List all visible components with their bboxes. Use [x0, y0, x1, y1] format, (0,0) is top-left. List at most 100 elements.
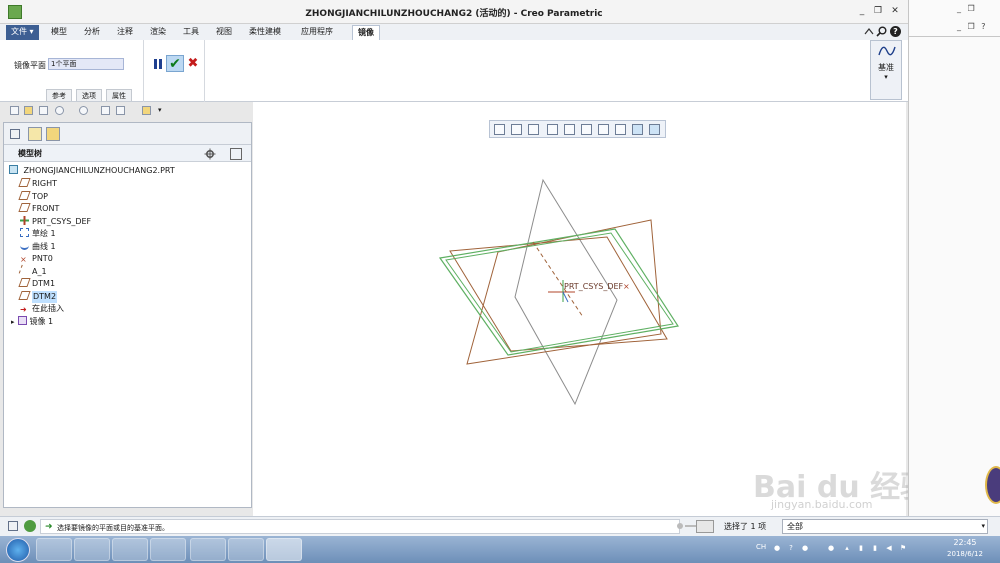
- tab-properties[interactable]: 属性: [106, 89, 132, 101]
- tree-item[interactable]: 草绘 1: [20, 228, 56, 240]
- ok-button[interactable]: ✔: [166, 55, 184, 72]
- clock-date[interactable]: 2018/6/12: [940, 550, 990, 558]
- mirror-plane-collector[interactable]: 1个平面: [48, 58, 124, 70]
- settings-tray-icon[interactable]: ●: [800, 543, 810, 553]
- input-language[interactable]: CH: [756, 543, 766, 551]
- windows-icon[interactable]: [116, 106, 125, 115]
- start-button[interactable]: [6, 538, 30, 562]
- datum-group-button[interactable]: 基准 ▾: [870, 40, 902, 100]
- tray-expand-icon[interactable]: ▴: [842, 543, 852, 553]
- restore-button[interactable]: ❐: [872, 6, 884, 17]
- tab-mirror[interactable]: 镜像: [352, 25, 380, 40]
- background-window: _ ❐ _ ❐ ?: [908, 0, 1000, 516]
- regenerate-icon[interactable]: [101, 106, 110, 115]
- bg-restore-button[interactable]: ❐: [968, 22, 975, 31]
- tree-item[interactable]: 曲线 1: [20, 241, 56, 253]
- tree-item-label: FRONT: [32, 204, 60, 213]
- clock-time[interactable]: 22:45: [940, 538, 990, 547]
- close-button[interactable]: ✕: [889, 6, 901, 17]
- tree-item[interactable]: RIGHT: [18, 178, 57, 190]
- minimize-button[interactable]: _: [856, 6, 868, 17]
- csys-z-axis[interactable]: [562, 291, 569, 303]
- taskbar-app-cloud[interactable]: [150, 538, 186, 561]
- model-tree-tab-icon[interactable]: [10, 129, 20, 139]
- tab-file[interactable]: 文件 ▾: [6, 25, 39, 40]
- tree-item[interactable]: DTM2: [18, 290, 58, 303]
- tab-tools[interactable]: 工具: [178, 25, 204, 40]
- show-menu-icon[interactable]: [230, 148, 242, 160]
- tree-item[interactable]: DTM1: [18, 278, 55, 290]
- pause-icon[interactable]: [154, 59, 163, 69]
- bg-help-icon[interactable]: ?: [981, 22, 985, 31]
- taskbar-app-360[interactable]: [190, 538, 226, 561]
- help-icon[interactable]: ?: [890, 26, 901, 37]
- folder-browser-tab-icon[interactable]: [28, 127, 42, 141]
- find-icon[interactable]: [696, 520, 714, 533]
- browser-icon[interactable]: [24, 520, 36, 532]
- new-file-icon[interactable]: [10, 106, 19, 115]
- axis-dashed-line[interactable]: [532, 241, 584, 318]
- open-file-icon[interactable]: [24, 106, 33, 115]
- bg-minimize-button[interactable]: _: [957, 22, 961, 31]
- tree-item[interactable]: A_1: [18, 264, 47, 278]
- tree-item[interactable]: ▸ 镜像 1: [11, 315, 53, 328]
- selection-filter[interactable]: 全部 ▾: [782, 519, 988, 534]
- baidu-assistant-icon[interactable]: [985, 466, 1000, 504]
- expand-icon[interactable]: ▸: [11, 318, 15, 326]
- tab-annotate[interactable]: 注释: [112, 25, 138, 40]
- battery-tray-icon[interactable]: ▮: [870, 543, 880, 553]
- volume-tray-icon[interactable]: ◀: [884, 543, 894, 553]
- tab-render[interactable]: 渲染: [145, 25, 171, 40]
- redo-icon[interactable]: [79, 106, 88, 115]
- tab-applications[interactable]: 应用程序: [296, 25, 338, 40]
- chevron-down-icon: ▾: [884, 73, 888, 81]
- taskbar-app-paint[interactable]: [228, 538, 264, 561]
- tree-item[interactable]: FRONT: [18, 203, 60, 215]
- show-navigator-icon[interactable]: [8, 521, 18, 531]
- settings-icon[interactable]: [204, 148, 216, 160]
- tab-options[interactable]: 选项: [76, 89, 102, 101]
- tree-root[interactable]: ZHONGJIANCHILUNZHOUCHANG2.PRT: [9, 165, 175, 177]
- chevron-down-icon: ▾: [29, 27, 34, 36]
- taskbar-app-creo[interactable]: [266, 538, 302, 561]
- model-geometry[interactable]: PRT_CSYS_DEF ×: [253, 102, 906, 516]
- network-tray-icon[interactable]: ▮: [856, 543, 866, 553]
- mirror-ribbon: 镜像平面 1个平面 ✔ ✖ 参考 选项 属性: [0, 40, 908, 102]
- undo-icon[interactable]: [55, 106, 64, 115]
- tree-item[interactable]: TOP: [18, 190, 49, 203]
- security-tray-icon[interactable]: ●: [826, 543, 836, 553]
- favorites-tab-icon[interactable]: [46, 127, 60, 141]
- tab-references[interactable]: 参考: [46, 89, 72, 101]
- customize-toolbar-icon[interactable]: ▾: [158, 106, 167, 115]
- bg-restore-button[interactable]: ❐: [968, 4, 975, 13]
- background-window-controls[interactable]: _ ❐: [957, 4, 997, 13]
- close-window-icon[interactable]: [142, 106, 151, 115]
- ribbon-expand-icon[interactable]: [864, 26, 874, 37]
- message-area: ➜ 选择要镜像的平面或目的基准平面。: [40, 519, 680, 534]
- tab-analysis[interactable]: 分析: [79, 25, 105, 40]
- tree-item[interactable]: ➜ 在此插入: [20, 303, 64, 315]
- tree-item-label: TOP: [32, 191, 49, 201]
- search-icon[interactable]: [876, 26, 887, 37]
- tree-item[interactable]: × PNT0: [20, 253, 53, 265]
- taskbar-app-media[interactable]: [112, 538, 148, 561]
- point-marker-icon[interactable]: ×: [623, 282, 630, 291]
- axis-icon: [18, 264, 31, 276]
- help-tray-icon[interactable]: ?: [786, 543, 796, 553]
- flag-tray-icon[interactable]: ⚑: [898, 543, 908, 553]
- datum-plane-icon: [18, 203, 31, 212]
- selection-count: 选择了 1 项: [724, 522, 767, 531]
- tab-view[interactable]: 视图: [211, 25, 237, 40]
- ime-icon[interactable]: ●: [772, 543, 782, 553]
- taskbar-app-browser[interactable]: [36, 538, 72, 561]
- background-window-controls[interactable]: _ ❐ ?: [957, 22, 997, 31]
- taskbar-app-explorer[interactable]: [74, 538, 110, 561]
- tab-flexible-modeling[interactable]: 柔性建模: [244, 25, 286, 40]
- tree-item[interactable]: PRT_CSYS_DEF: [20, 215, 92, 228]
- tab-model[interactable]: 模型: [46, 25, 72, 40]
- graphics-window[interactable]: PRT_CSYS_DEF × Bai du 经验 jingyan.baidu.c…: [253, 102, 930, 516]
- cancel-button[interactable]: ✖: [186, 55, 200, 72]
- tree-item-label: PRT_CSYS_DEF: [32, 216, 92, 226]
- save-icon[interactable]: [39, 106, 48, 115]
- bg-minimize-button[interactable]: _: [957, 4, 961, 13]
